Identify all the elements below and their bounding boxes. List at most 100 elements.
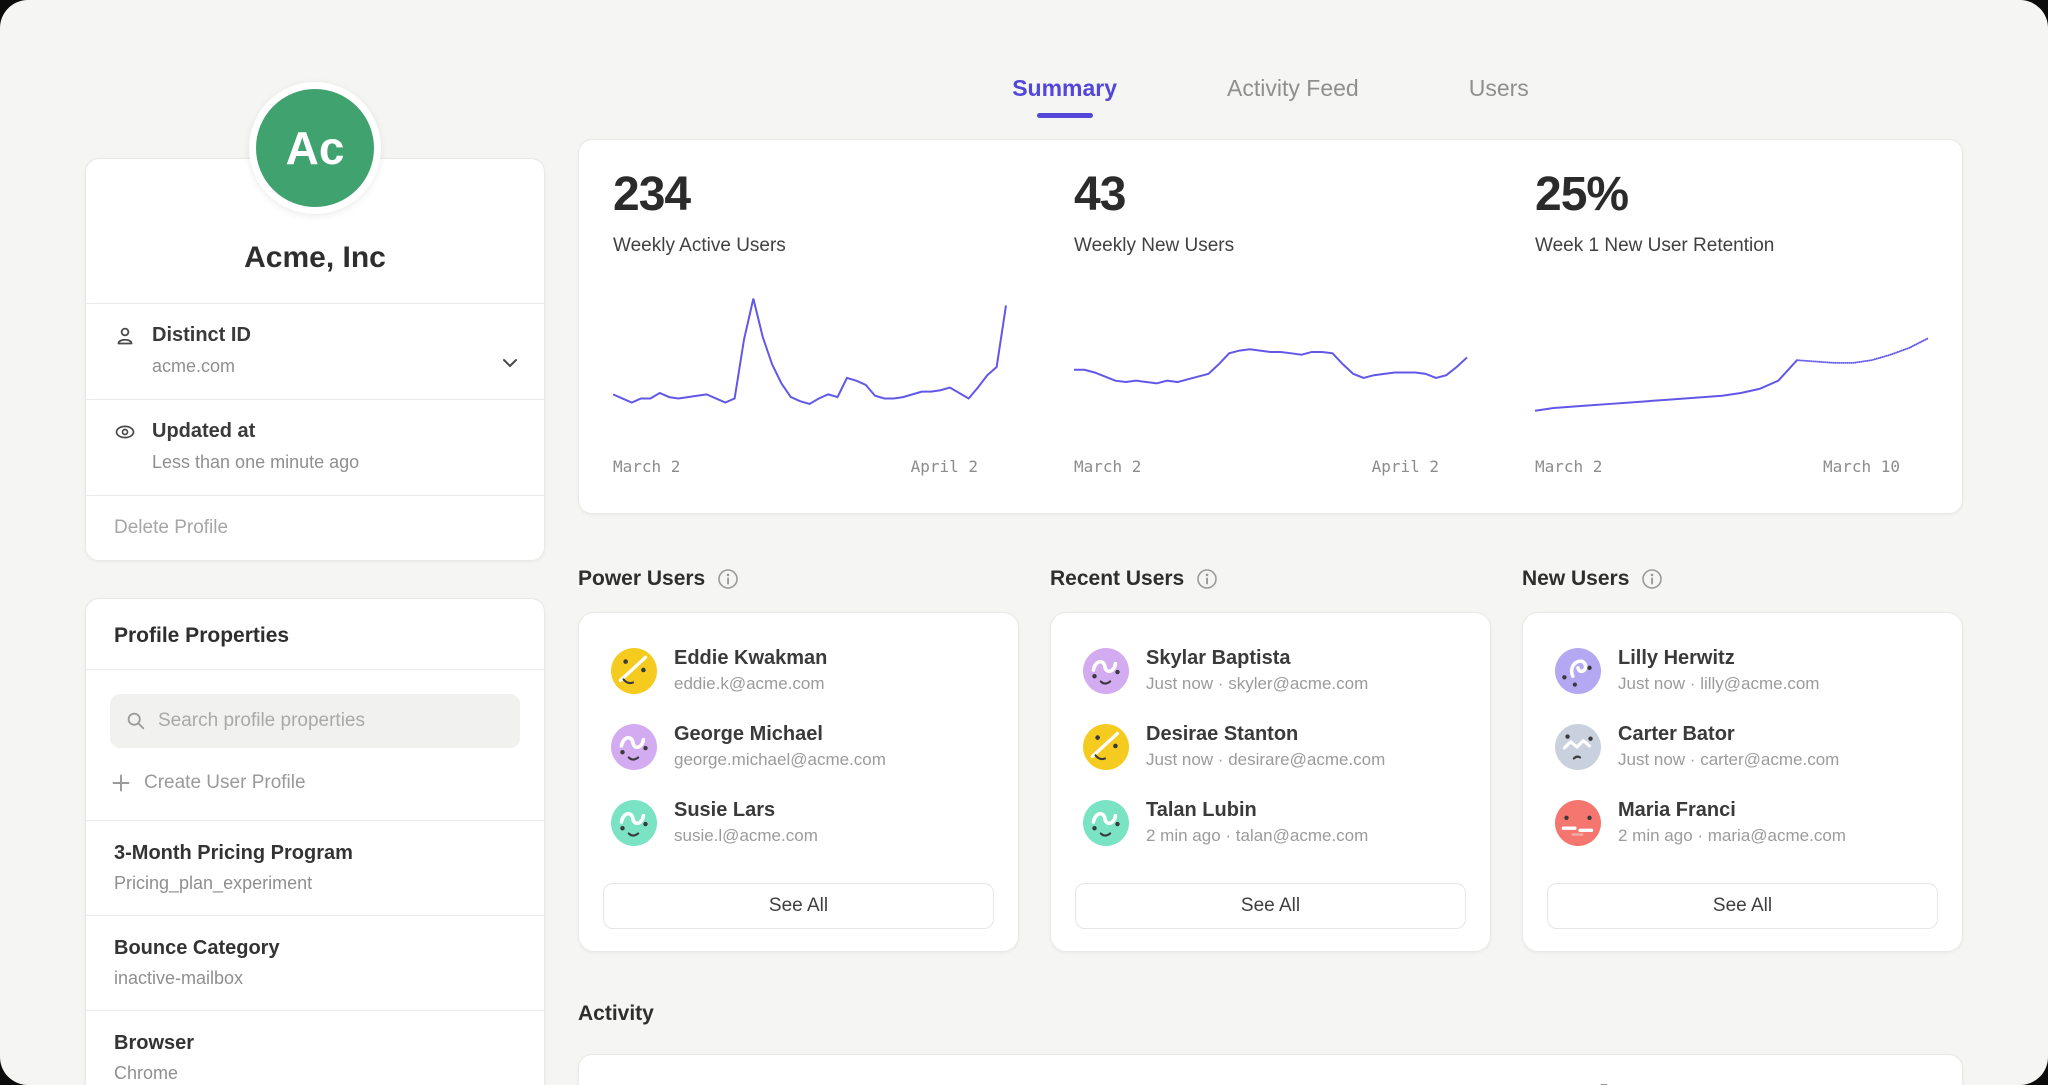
- user-meta: Just now · lilly@acme.com: [1618, 674, 1819, 694]
- user-name: Carter Bator: [1618, 723, 1839, 746]
- user-name: Skylar Baptista: [1146, 647, 1368, 670]
- stat-weekly-active-users: 234 Weekly Active Users March 2 April 2: [579, 140, 1040, 513]
- tab-summary[interactable]: Summary: [1012, 75, 1117, 114]
- property-value: inactive-mailbox: [114, 968, 516, 989]
- field-value: acme.com: [152, 356, 516, 377]
- tab-users[interactable]: Users: [1469, 75, 1529, 114]
- info-icon[interactable]: [717, 568, 739, 590]
- property-value: Pricing_plan_experiment: [114, 873, 516, 894]
- stat-label: Weekly New Users: [1074, 235, 1467, 257]
- property-label: Bounce Category: [114, 937, 516, 960]
- user-meta: 2 min ago · maria@acme.com: [1618, 826, 1846, 846]
- field-value: Less than one minute ago: [152, 452, 516, 473]
- property-row: Browser Chrome: [86, 1010, 544, 1085]
- x-axis-labels: March 2 April 2: [613, 457, 1006, 476]
- user-name: Desirae Stanton: [1146, 723, 1385, 746]
- avatar: [1555, 800, 1601, 846]
- user-row[interactable]: Skylar Baptista Just now · skyler@acme.c…: [1075, 641, 1466, 700]
- x-tick-end: April 2: [1372, 457, 1439, 476]
- create-user-profile-button[interactable]: Create User Profile: [86, 748, 544, 820]
- user-sections-row: Power Users Eddie Kwakman eddie.k@acme.c…: [578, 564, 1963, 952]
- user-meta: Just now · skyler@acme.com: [1146, 674, 1368, 694]
- users-card: Eddie Kwakman eddie.k@acme.com George Mi…: [578, 612, 1019, 952]
- section-new-users: New Users Lilly Herwitz Just now · lilly…: [1522, 564, 1963, 952]
- user-row[interactable]: Susie Lars susie.l@acme.com: [603, 793, 994, 852]
- user-row[interactable]: Desirae Stanton Just now · desirare@acme…: [1075, 717, 1466, 776]
- user-meta: Just now · carter@acme.com: [1618, 750, 1839, 770]
- stat-weekly-new-users: 43 Weekly New Users March 2 April 2: [1040, 140, 1501, 513]
- section-recent-users: Recent Users Skylar Baptista Just now · …: [1050, 564, 1491, 952]
- info-icon[interactable]: [1196, 568, 1218, 590]
- user-row[interactable]: George Michael george.michael@acme.com: [603, 717, 994, 776]
- activity-stat: 234: [579, 1055, 1040, 1085]
- x-tick-start: March 2: [1074, 457, 1141, 476]
- stat-label: Week 1 New User Retention: [1535, 235, 1928, 257]
- user-name: Lilly Herwitz: [1618, 647, 1819, 670]
- user-meta: george.michael@acme.com: [674, 750, 886, 770]
- avatar: [1083, 800, 1129, 846]
- see-all-button[interactable]: See All: [1547, 883, 1938, 929]
- see-all-button[interactable]: See All: [1075, 883, 1466, 929]
- delete-profile-button[interactable]: Delete Profile: [86, 495, 544, 560]
- org-avatar-initials: Ac: [286, 121, 345, 175]
- user-meta: eddie.k@acme.com: [674, 674, 827, 694]
- stat-value: 234: [613, 167, 1006, 222]
- user-name: Eddie Kwakman: [674, 647, 827, 670]
- org-avatar: Ac: [249, 82, 381, 214]
- see-all-button[interactable]: See All: [603, 883, 994, 929]
- property-row: Bounce Category inactive-mailbox: [86, 915, 544, 1010]
- activity-stat: 3.4k: [1501, 1055, 1962, 1085]
- profile-properties-title: Profile Properties: [86, 599, 544, 670]
- user-row[interactable]: Lilly Herwitz Just now · lilly@acme.com: [1547, 641, 1938, 700]
- avatar: [1555, 648, 1601, 694]
- avatar: [611, 724, 657, 770]
- chevron-down-icon[interactable]: [502, 358, 518, 368]
- property-label: Browser: [114, 1032, 516, 1055]
- profile-field-distinct-id: Distinct ID acme.com: [86, 303, 544, 399]
- x-axis-labels: March 2 March 10: [1535, 457, 1928, 476]
- user-row[interactable]: Talan Lubin 2 min ago · talan@acme.com: [1075, 793, 1466, 852]
- x-tick-end: March 10: [1823, 457, 1900, 476]
- activity-section-title: Activity: [578, 1002, 1963, 1026]
- field-label: Updated at: [152, 420, 255, 443]
- create-user-profile-label: Create User Profile: [144, 772, 306, 794]
- user-name: Talan Lubin: [1146, 799, 1368, 822]
- user-meta: Just now · desirare@acme.com: [1146, 750, 1385, 770]
- avatar: [611, 800, 657, 846]
- user-name: Susie Lars: [674, 799, 818, 822]
- field-label: Distinct ID: [152, 324, 251, 347]
- user-name: Maria Franci: [1618, 799, 1846, 822]
- property-label: 3-Month Pricing Program: [114, 842, 516, 865]
- stat-value: 25%: [1535, 167, 1928, 222]
- sparkline-chart: [613, 291, 1006, 443]
- tab-activity-feed[interactable]: Activity Feed: [1227, 75, 1359, 114]
- profile-properties-card: Profile Properties Create User Profile 3…: [85, 598, 545, 1085]
- user-row[interactable]: Carter Bator Just now · carter@acme.com: [1547, 717, 1938, 776]
- users-card: Skylar Baptista Just now · skyler@acme.c…: [1050, 612, 1491, 952]
- x-tick-end: April 2: [911, 457, 978, 476]
- search-icon: [126, 711, 146, 731]
- search-profile-properties-input[interactable]: [158, 710, 504, 732]
- tab-bar: Summary Activity Feed Users: [578, 75, 1963, 138]
- stat-value: 43: [1074, 167, 1467, 222]
- section-title: New Users: [1522, 567, 1629, 591]
- user-row[interactable]: Eddie Kwakman eddie.k@acme.com: [603, 641, 994, 700]
- section-title: Power Users: [578, 567, 705, 591]
- user-meta: susie.l@acme.com: [674, 826, 818, 846]
- sparkline-chart: [1535, 291, 1928, 443]
- user-meta: 2 min ago · talan@acme.com: [1146, 826, 1368, 846]
- main-content: Summary Activity Feed Users 234 Weekly A…: [578, 75, 1963, 1085]
- users-card: Lilly Herwitz Just now · lilly@acme.com …: [1522, 612, 1963, 952]
- avatar: [611, 648, 657, 694]
- property-value: Chrome: [114, 1063, 516, 1084]
- x-tick-start: March 2: [1535, 457, 1602, 476]
- activity-stat: 240: [1040, 1055, 1501, 1085]
- summary-stats-card: 234 Weekly Active Users March 2 April 2 …: [578, 139, 1963, 514]
- x-axis-labels: March 2 April 2: [1074, 457, 1467, 476]
- eye-icon: [114, 421, 136, 443]
- user-row[interactable]: Maria Franci 2 min ago · maria@acme.com: [1547, 793, 1938, 852]
- sparkline-chart: [1074, 291, 1467, 443]
- info-icon[interactable]: [1641, 568, 1663, 590]
- user-name: George Michael: [674, 723, 886, 746]
- person-icon: [114, 325, 136, 347]
